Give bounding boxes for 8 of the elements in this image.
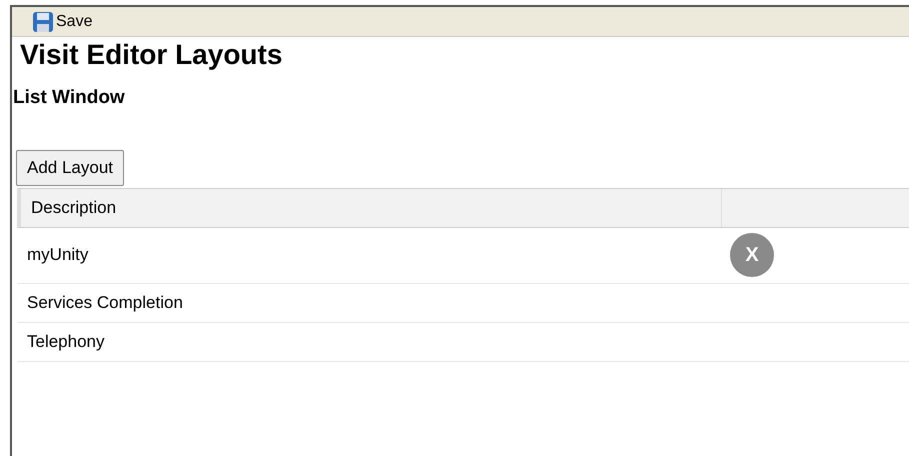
table-cell-text: Services Completion — [26, 292, 184, 314]
add-layout-button[interactable]: Add Layout — [16, 150, 124, 186]
page-title: Visit Editor Layouts — [19, 38, 284, 72]
section-title: List Window — [12, 86, 126, 110]
column-header: Description — [21, 188, 722, 226]
table-cell-text: Telephony — [26, 330, 106, 353]
save-button[interactable]: Save — [32, 10, 92, 34]
table-cell-text: myUnity — [26, 244, 90, 266]
